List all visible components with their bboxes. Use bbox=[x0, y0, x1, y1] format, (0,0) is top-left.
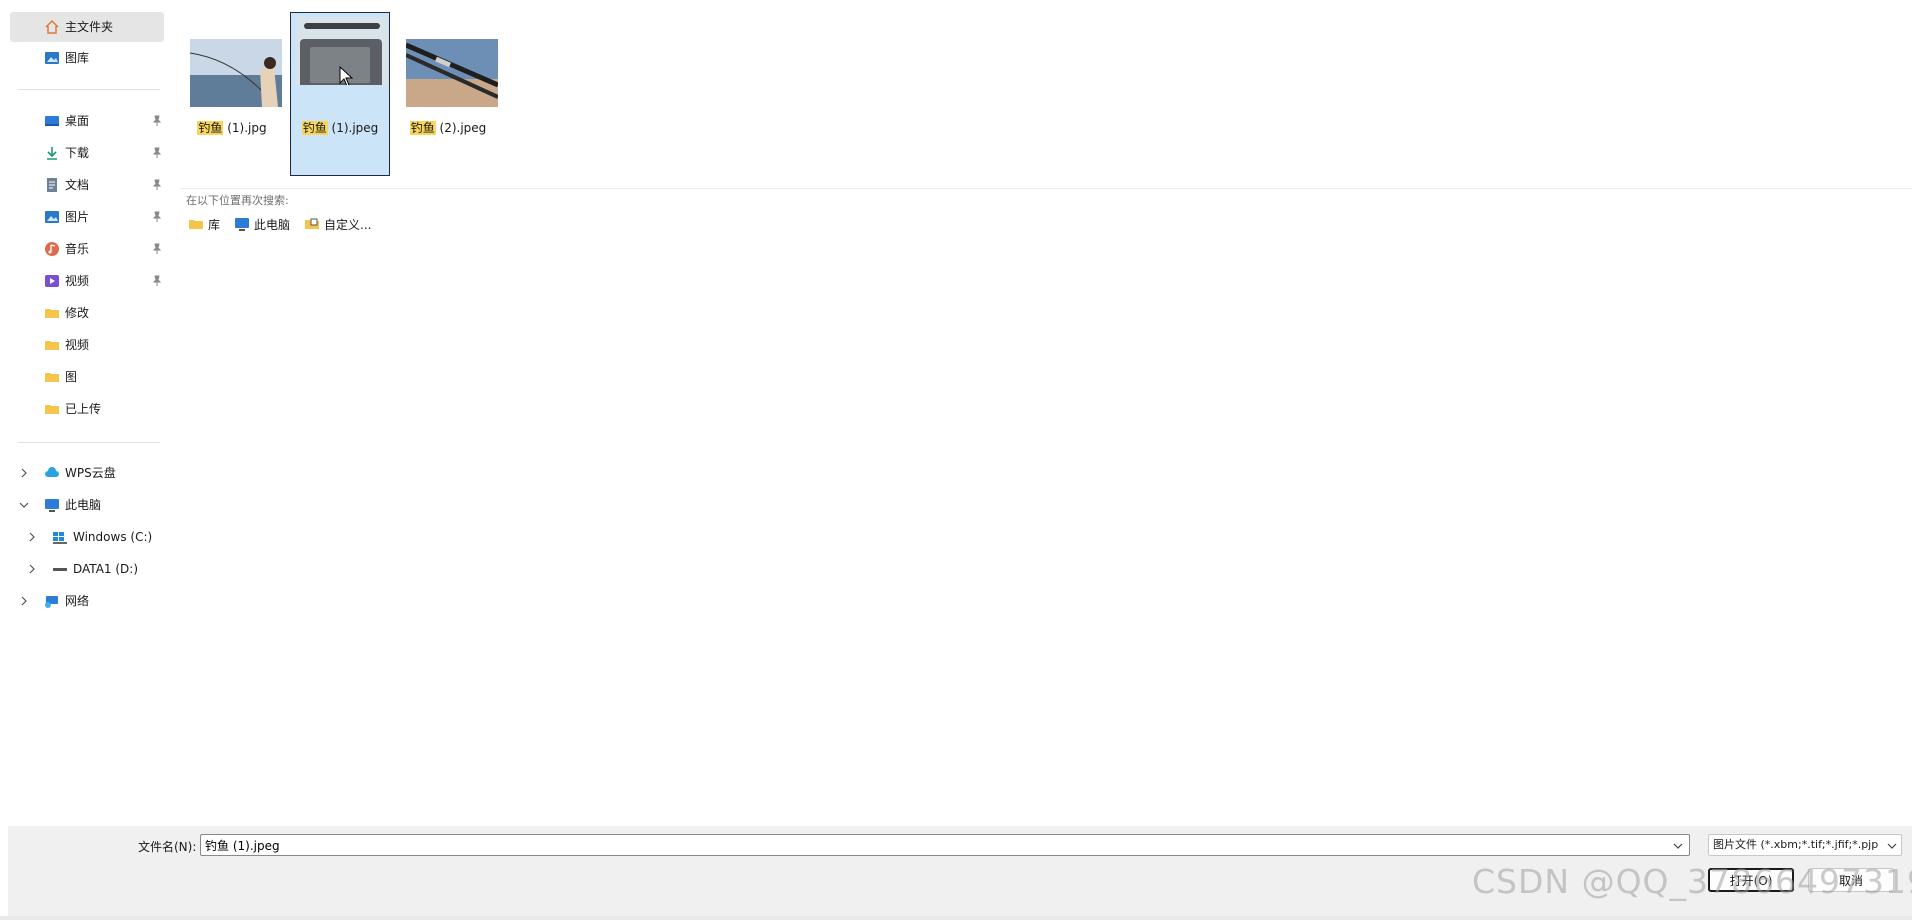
folder-icon bbox=[44, 401, 60, 417]
file-name: 钓鱼 (2).jpeg bbox=[399, 119, 497, 136]
image-thumbnail bbox=[406, 39, 498, 107]
windows-drive-icon bbox=[52, 529, 68, 545]
document-icon bbox=[44, 177, 60, 193]
search-highlight: 钓鱼 bbox=[409, 121, 436, 135]
network-icon bbox=[44, 593, 60, 609]
pin-icon[interactable] bbox=[150, 210, 164, 224]
sidebar-item-network[interactable]: 网络 bbox=[10, 586, 164, 616]
sidebar-item-downloads[interactable]: 下载 bbox=[10, 138, 164, 168]
video-icon bbox=[44, 273, 60, 289]
pictures-icon bbox=[44, 209, 60, 225]
sidebar-item-label: 文档 bbox=[65, 178, 90, 192]
drive-icon bbox=[52, 561, 68, 577]
folder-icon bbox=[44, 305, 60, 321]
file-name-rest: (1).jpeg bbox=[327, 121, 379, 135]
library-folder-icon bbox=[189, 220, 203, 229]
sidebar-item-label: 此电脑 bbox=[65, 498, 102, 512]
sidebar-item-label: 图 bbox=[65, 370, 78, 384]
search-highlight: 钓鱼 bbox=[197, 121, 224, 135]
sidebar-item-label: 图片 bbox=[65, 210, 90, 224]
sidebar-item-gallery[interactable]: 图库 bbox=[10, 43, 164, 73]
cloud-icon bbox=[44, 465, 60, 481]
sidebar-item-videos[interactable]: 视频 bbox=[10, 266, 164, 296]
home-icon bbox=[44, 19, 60, 35]
sidebar-item-drive-d[interactable]: DATA1 (D:) bbox=[10, 554, 164, 584]
computer-icon bbox=[44, 497, 60, 513]
pin-icon[interactable] bbox=[150, 274, 164, 288]
sidebar-item-documents[interactable]: 文档 bbox=[10, 170, 164, 200]
location-label: 此电脑 bbox=[254, 217, 291, 232]
custom-folder-icon bbox=[305, 218, 319, 229]
desktop-icon bbox=[44, 113, 60, 129]
file-item-selected[interactable]: 钓鱼 (1).jpeg bbox=[290, 12, 390, 176]
chevron-right-icon[interactable] bbox=[26, 563, 38, 575]
computer-icon bbox=[235, 218, 249, 231]
search-location-this-pc[interactable]: 此电脑 bbox=[234, 214, 290, 234]
file-name-rest: (2).jpeg bbox=[435, 121, 487, 135]
sidebar-item-label: 网络 bbox=[65, 594, 90, 608]
image-thumbnail bbox=[190, 39, 282, 107]
file-item[interactable]: 钓鱼 (2).jpeg bbox=[398, 12, 498, 176]
chevron-down-icon[interactable] bbox=[1886, 840, 1898, 852]
sidebar-item-drive-c[interactable]: Windows (C:) bbox=[10, 522, 164, 552]
navigation-pane: 主文件夹 图库 桌面 下载 文档 图片 音乐 视频 修改 视频 图 已上传 WP… bbox=[8, 8, 168, 828]
sidebar-divider bbox=[18, 89, 160, 90]
search-location-custom[interactable]: 自定义... bbox=[304, 214, 371, 234]
sidebar-item-music[interactable]: 音乐 bbox=[10, 234, 164, 264]
sidebar-item-pictures[interactable]: 图片 bbox=[10, 202, 164, 232]
sidebar-item-folder[interactable]: 修改 bbox=[10, 298, 164, 328]
gallery-icon bbox=[44, 50, 60, 66]
sidebar-item-folder[interactable]: 图 bbox=[10, 362, 164, 392]
window-bottom-edge bbox=[0, 916, 1912, 920]
location-label: 自定义... bbox=[324, 217, 372, 232]
search-location-library[interactable]: 库 bbox=[188, 214, 220, 234]
sidebar-item-wps-cloud[interactable]: WPS云盘 bbox=[10, 458, 164, 488]
music-icon bbox=[44, 241, 60, 257]
chevron-right-icon[interactable] bbox=[26, 531, 38, 543]
sidebar-item-label: 音乐 bbox=[65, 242, 90, 256]
sidebar-item-label: 视频 bbox=[65, 274, 90, 288]
pin-icon[interactable] bbox=[150, 146, 164, 160]
sidebar-item-this-pc[interactable]: 此电脑 bbox=[10, 490, 164, 520]
sidebar-item-folder[interactable]: 已上传 bbox=[10, 394, 164, 424]
sidebar-item-label: 桌面 bbox=[65, 114, 90, 128]
folder-icon bbox=[44, 369, 60, 385]
sidebar-divider bbox=[18, 442, 160, 443]
sidebar-item-folder[interactable]: 视频 bbox=[10, 330, 164, 360]
filename-label: 文件名(N): bbox=[138, 840, 197, 854]
sidebar-item-label: 图库 bbox=[65, 51, 90, 65]
watermark: CSDN @QQ_37866497319 bbox=[1472, 862, 1912, 901]
search-highlight: 钓鱼 bbox=[301, 121, 328, 135]
file-name: 钓鱼 (1).jpg bbox=[183, 119, 281, 136]
sidebar-item-label: Windows (C:) bbox=[73, 530, 153, 544]
sidebar-item-label: 主文件夹 bbox=[65, 20, 114, 34]
file-name-rest: (1).jpg bbox=[223, 121, 267, 135]
sidebar-item-label: 视频 bbox=[65, 338, 90, 352]
sidebar-item-label: 修改 bbox=[65, 306, 90, 320]
filename-input[interactable] bbox=[200, 834, 1690, 856]
search-again-label: 在以下位置再次搜索: bbox=[186, 194, 289, 207]
pin-icon[interactable] bbox=[150, 114, 164, 128]
location-label: 库 bbox=[208, 217, 221, 232]
download-icon bbox=[44, 145, 60, 161]
file-item[interactable]: 钓鱼 (1).jpg bbox=[182, 12, 282, 176]
sidebar-item-label: WPS云盘 bbox=[65, 466, 116, 480]
file-name: 钓鱼 (1).jpeg bbox=[291, 119, 389, 136]
pin-icon[interactable] bbox=[150, 242, 164, 256]
chevron-down-icon[interactable] bbox=[1672, 840, 1684, 852]
sidebar-item-desktop[interactable]: 桌面 bbox=[10, 106, 164, 136]
pin-icon[interactable] bbox=[150, 178, 164, 192]
chevron-right-icon[interactable] bbox=[18, 595, 30, 607]
sidebar-item-label: DATA1 (D:) bbox=[73, 562, 139, 576]
image-thumbnail bbox=[296, 17, 388, 85]
sidebar-item-label: 已上传 bbox=[65, 402, 102, 416]
sidebar-item-label: 下载 bbox=[65, 146, 90, 160]
folder-icon bbox=[44, 337, 60, 353]
file-type-select[interactable]: 图片文件 (*.xbm;*.tif;*.jfif;*.pjp bbox=[1708, 834, 1902, 856]
chevron-down-icon[interactable] bbox=[18, 499, 30, 511]
section-divider bbox=[180, 188, 1912, 189]
file-list-area: 钓鱼 (1).jpg 钓鱼 (1).jpeg 钓鱼 (2).jpeg 在以下位置… bbox=[168, 0, 1912, 826]
sidebar-item-home[interactable]: 主文件夹 bbox=[10, 12, 164, 42]
chevron-right-icon[interactable] bbox=[18, 467, 30, 479]
